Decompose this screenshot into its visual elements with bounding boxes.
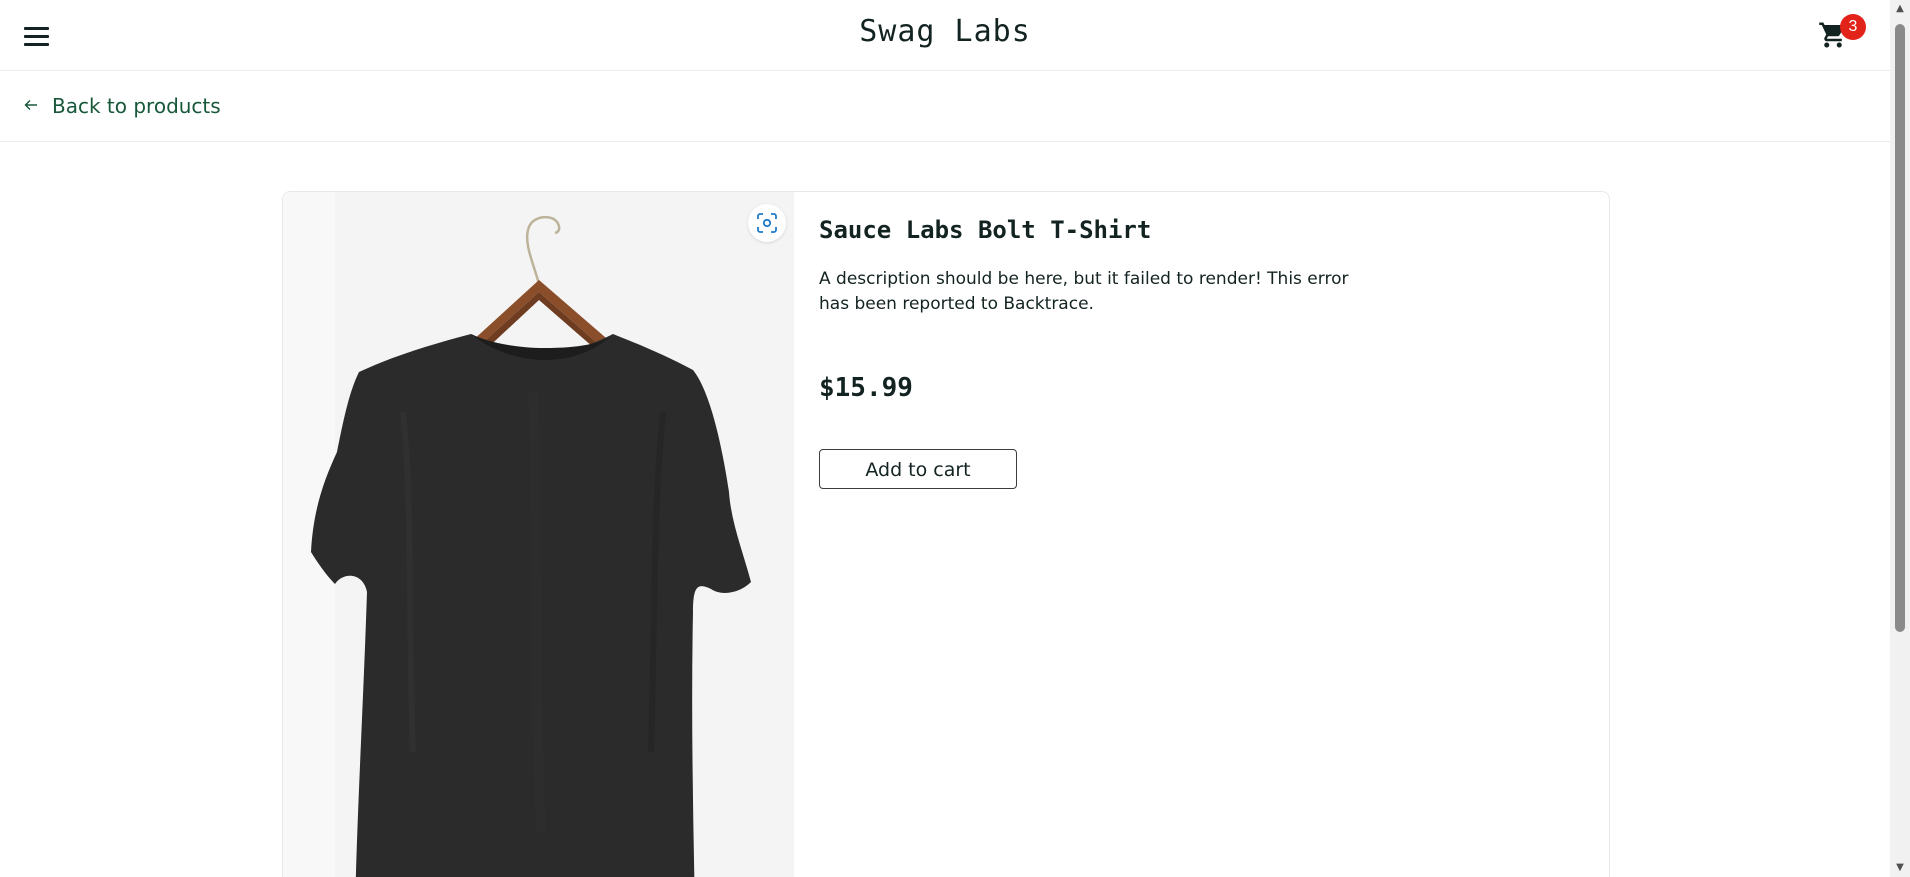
back-to-products-label: Back to products <box>52 94 221 118</box>
secondary-header: Back to products <box>0 71 1890 142</box>
product-name: Sauce Labs Bolt T-Shirt <box>819 216 1152 244</box>
product-price: $15.99 <box>819 373 913 403</box>
cart-badge: 3 <box>1840 14 1866 40</box>
page: Swag Labs 3 Back to products Sauce Labs … <box>0 0 1910 877</box>
tshirt-image <box>311 215 751 877</box>
screenshot-focus-icon <box>757 213 777 233</box>
scroll-up-arrow-icon[interactable]: ▲ <box>1890 0 1910 18</box>
shopping-cart-link[interactable]: 3 <box>1818 14 1866 54</box>
product-details-card: Sauce Labs Bolt T-Shirt A description sh… <box>282 191 1610 877</box>
product-image <box>283 192 794 877</box>
primary-header: Swag Labs 3 <box>0 0 1890 71</box>
add-to-cart-button[interactable]: Add to cart <box>819 449 1017 489</box>
product-description: A description should be here, but it fai… <box>819 269 1349 314</box>
arrow-left-icon <box>24 96 38 115</box>
scroll-down-arrow-icon[interactable]: ▼ <box>1890 859 1910 877</box>
back-to-products-button[interactable]: Back to products <box>24 91 221 121</box>
zoom-button[interactable] <box>748 204 786 242</box>
vertical-scrollbar[interactable]: ▲ ▼ <box>1890 0 1910 877</box>
app-logo: Swag Labs <box>859 14 1031 49</box>
scrollbar-thumb[interactable] <box>1895 24 1905 632</box>
